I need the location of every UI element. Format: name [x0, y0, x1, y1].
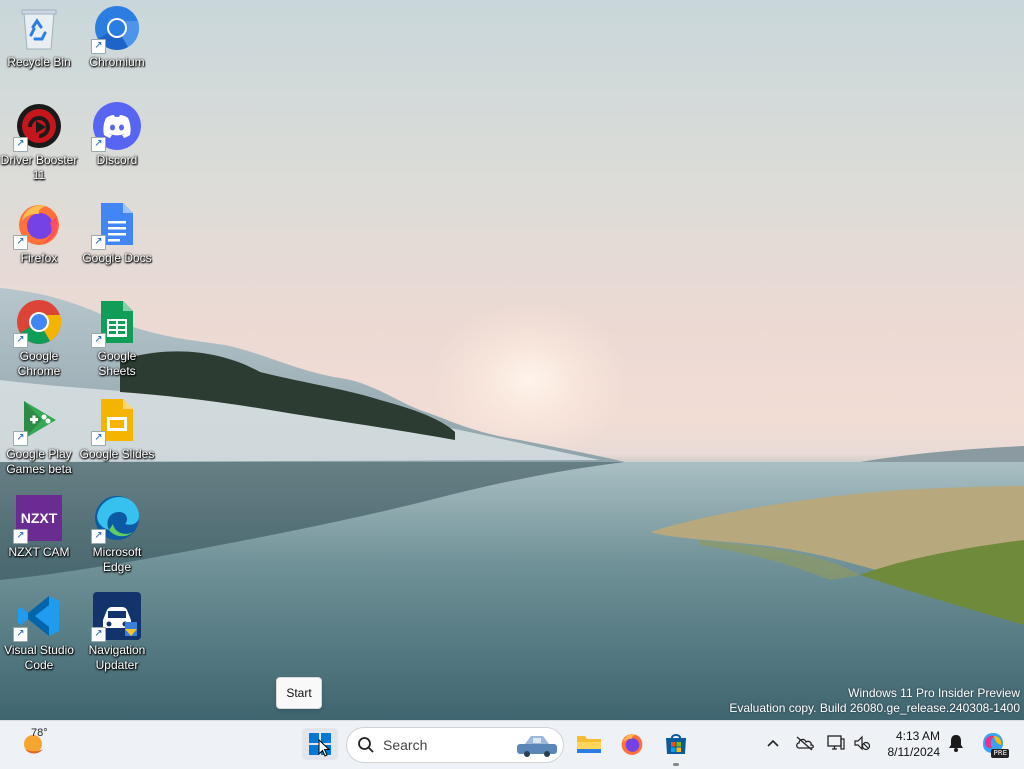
desktop-icon-label: Discord	[96, 153, 138, 167]
copilot-preview-badge: PRE	[991, 749, 1009, 758]
file-explorer-icon	[577, 736, 601, 753]
shortcut-arrow-icon: ↗	[13, 431, 28, 446]
taskbar-clock[interactable]: 4:13 AM 8/11/2024	[888, 728, 941, 760]
desktop-icon-label: Google Sheets	[97, 349, 137, 378]
shortcut-arrow-icon: ↗	[91, 39, 106, 54]
shortcut-arrow-icon: ↗	[13, 333, 28, 348]
cloud-offline-icon	[796, 736, 814, 751]
google-docs-icon: ↗	[91, 200, 141, 250]
onedrive-tray-button[interactable]	[795, 733, 815, 753]
shortcut-arrow-icon: ↗	[13, 137, 28, 152]
search-icon	[358, 737, 374, 753]
desktop-icon-label: Chromium	[89, 55, 145, 69]
shortcut-arrow-icon: ↗	[13, 529, 28, 544]
desktop-icon-google-play-games[interactable]: ↗ Google Play Games beta	[0, 392, 78, 484]
desktop-icon-label: Visual Studio Code	[4, 643, 74, 672]
recycle-bin-icon	[15, 4, 63, 52]
desktop-icon-google-docs[interactable]: ↗ Google Docs	[78, 196, 156, 288]
shortcut-arrow-icon: ↗	[13, 627, 28, 642]
notifications-button[interactable]	[946, 733, 966, 753]
desktop-icon-chromium[interactable]: ↗ Chromium	[78, 0, 156, 92]
taskbar-search-box[interactable]: Search	[346, 727, 564, 763]
desktop-icon-label: Microsoft Edge	[92, 545, 142, 574]
desktop-icon-google-sheets[interactable]: ↗ Google Sheets	[78, 294, 156, 386]
desktop-icon-label: NZXT CAM	[8, 545, 70, 559]
desktop-icon-label: Google Slides	[79, 447, 155, 461]
desktop-icon-label: Recycle Bin	[7, 55, 71, 69]
shortcut-arrow-icon: ↗	[91, 431, 106, 446]
desktop-icon-navigation-updater[interactable]: ↗ Navigation Updater	[78, 588, 156, 680]
network-tray-button[interactable]	[826, 733, 846, 753]
clock-time: 4:13 AM	[895, 729, 940, 743]
desktop-icon-firefox[interactable]: ↗ Firefox	[0, 196, 78, 288]
speaker-muted-icon	[854, 735, 871, 751]
chromium-icon: ↗	[91, 4, 141, 54]
search-highlight-icon	[517, 736, 557, 757]
desktop-icon-google-slides[interactable]: ↗ Google Slides	[78, 392, 156, 484]
firefox-icon	[621, 734, 643, 755]
watermark-edition: Windows 11 Pro Insider Preview	[848, 686, 1020, 700]
bell-icon	[949, 735, 963, 752]
shortcut-arrow-icon: ↗	[91, 333, 106, 348]
desktop-icon-label: Firefox	[20, 251, 58, 265]
navigation-updater-icon: ↗	[91, 592, 141, 642]
search-placeholder: Search	[383, 737, 428, 753]
taskbar-microsoft-store[interactable]	[661, 728, 691, 760]
weather-temperature: 78°	[31, 727, 48, 739]
google-play-games-icon: ↗	[13, 396, 63, 446]
google-slides-icon: ↗	[91, 396, 141, 446]
network-display-icon	[827, 735, 845, 750]
desktop-icon-label: Google Docs	[82, 251, 152, 265]
google-sheets-icon: ↗	[91, 298, 141, 348]
microsoft-store-icon	[666, 734, 686, 754]
start-tooltip: Start	[276, 677, 322, 709]
desktop-icon-recycle-bin[interactable]: Recycle Bin	[0, 0, 78, 92]
taskbar-firefox[interactable]	[617, 728, 647, 760]
shortcut-arrow-icon: ↗	[91, 235, 106, 250]
firefox-icon: ↗	[13, 200, 63, 250]
mouse-cursor-icon	[318, 739, 330, 757]
shortcut-arrow-icon: ↗	[91, 137, 106, 152]
shortcut-arrow-icon: ↗	[91, 529, 106, 544]
active-app-indicator	[673, 763, 679, 766]
show-hidden-icons-button[interactable]	[763, 733, 783, 753]
desktop-icon-label: Navigation Updater	[88, 643, 146, 672]
shortcut-arrow-icon: ↗	[91, 627, 106, 642]
desktop-icon-label: Google Play Games beta	[6, 447, 72, 476]
shortcut-arrow-icon: ↗	[13, 235, 28, 250]
desktop-icon-vscode[interactable]: ↗ Visual Studio Code	[0, 588, 78, 680]
desktop-icon-label: Driver Booster 11	[0, 153, 78, 182]
desktop-icon-nzxt-cam[interactable]: NZXT ↗ NZXT CAM	[0, 490, 78, 582]
microsoft-edge-icon: ↗	[91, 494, 141, 544]
clock-date: 8/11/2024	[887, 745, 941, 759]
google-chrome-icon: ↗	[13, 298, 63, 348]
sound-tray-button[interactable]	[852, 733, 872, 753]
copilot-button[interactable]: PRE	[980, 730, 1009, 758]
desktop-icon-label: Google Chrome	[17, 349, 61, 378]
start-button[interactable]	[302, 728, 338, 760]
vscode-icon: ↗	[13, 592, 63, 642]
watermark-build: Evaluation copy. Build 26080.ge_release.…	[729, 701, 1020, 715]
taskbar-file-explorer[interactable]	[574, 728, 604, 760]
desktop-icon-google-chrome[interactable]: ↗ Google Chrome	[0, 294, 78, 386]
nzxt-cam-icon: NZXT ↗	[13, 494, 63, 544]
windows-watermark: Windows 11 Pro Insider Preview Evaluatio…	[729, 686, 1020, 716]
desktop-icon-microsoft-edge[interactable]: ↗ Microsoft Edge	[78, 490, 156, 582]
chevron-up-icon	[767, 739, 779, 747]
desktop-icon-discord[interactable]: ↗ Discord	[78, 98, 156, 190]
discord-icon: ↗	[91, 102, 141, 152]
desktop-icon-driver-booster[interactable]: ↗ Driver Booster 11	[0, 98, 78, 190]
driver-booster-icon: ↗	[13, 102, 63, 152]
